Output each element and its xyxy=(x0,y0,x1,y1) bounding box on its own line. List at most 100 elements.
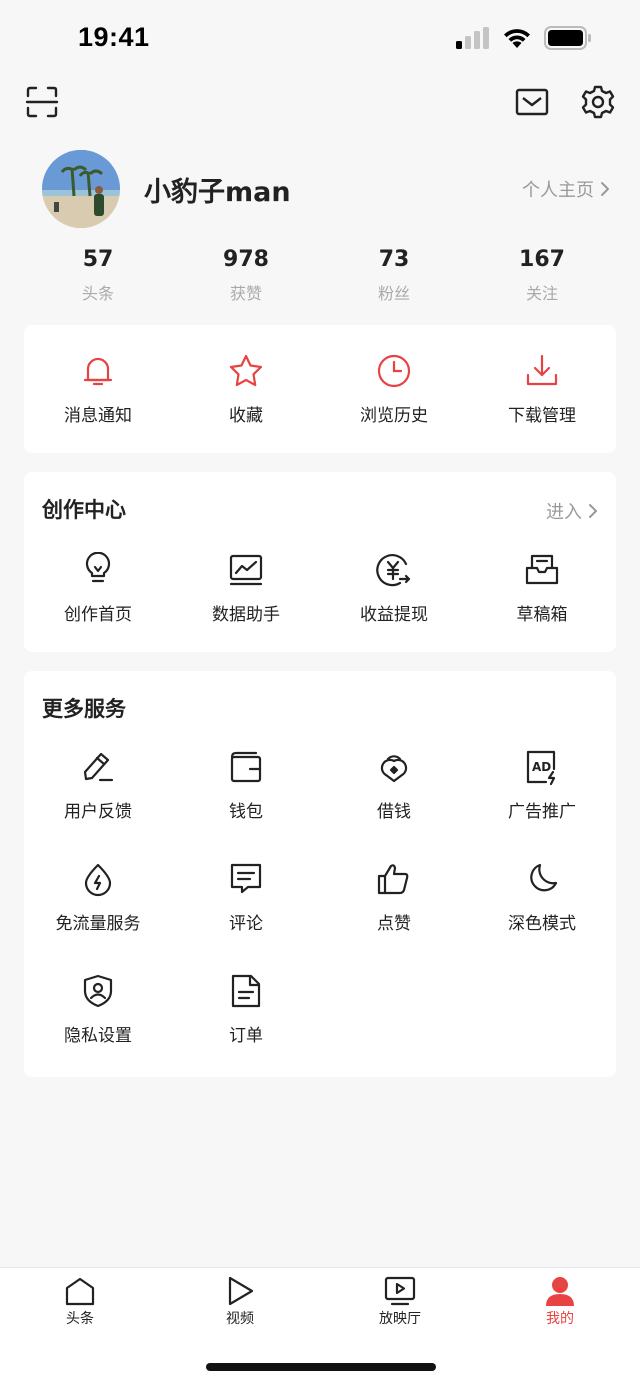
service-feedback[interactable]: 用户反馈 xyxy=(24,749,172,839)
stat-followers[interactable]: 73 粉丝 xyxy=(320,246,468,308)
avatar-photo xyxy=(42,150,120,228)
service-label: 借钱 xyxy=(377,802,411,822)
tab-cinema[interactable]: 放映厅 xyxy=(360,1276,440,1328)
home-icon xyxy=(65,1277,95,1306)
creation-home[interactable]: 创作首页 xyxy=(24,552,172,642)
creation-item-label: 数据助手 xyxy=(212,605,280,625)
service-orders[interactable]: 订单 xyxy=(172,973,320,1063)
scan-icon xyxy=(25,86,59,118)
service-privacy[interactable]: 隐私设置 xyxy=(24,973,172,1063)
service-label: 免流量服务 xyxy=(55,914,141,934)
creation-center-title: 创作中心 xyxy=(42,498,126,522)
top-bar xyxy=(0,80,640,124)
stats-row: 57 头条 978 获赞 73 粉丝 167 关注 xyxy=(24,246,616,308)
quick-action-downloads[interactable]: 下载管理 xyxy=(468,353,616,443)
drop-icon xyxy=(84,863,112,897)
username: 小豹子man xyxy=(144,177,291,208)
stat-following[interactable]: 167 关注 xyxy=(468,246,616,308)
creation-data-assistant[interactable]: 数据助手 xyxy=(172,552,320,642)
stat-likes[interactable]: 978 获赞 xyxy=(172,246,320,308)
bell-icon xyxy=(83,357,113,386)
homepage-link-label: 个人主页 xyxy=(522,180,594,201)
tab-label: 视频 xyxy=(226,1311,254,1327)
service-ads[interactable]: AD 广告推广 xyxy=(468,749,616,839)
service-label: 评论 xyxy=(229,914,263,934)
service-label: 用户反馈 xyxy=(64,802,132,822)
moon-icon xyxy=(530,863,558,892)
quick-action-label: 浏览历史 xyxy=(360,406,428,426)
service-label: 订单 xyxy=(229,1026,263,1046)
tab-label: 放映厅 xyxy=(379,1311,421,1327)
avatar[interactable] xyxy=(42,150,120,228)
drafts-icon xyxy=(525,554,559,585)
creation-center-card: 创作中心 进入 创作首页 数据助手 收益提现 草稿箱 xyxy=(24,472,616,652)
screen-icon xyxy=(384,1276,416,1306)
status-bar: 19:41 xyxy=(0,0,640,76)
tab-video[interactable]: 视频 xyxy=(200,1276,280,1328)
settings-button[interactable] xyxy=(578,82,618,122)
battery-icon xyxy=(544,26,591,50)
creation-item-label: 草稿箱 xyxy=(516,605,568,625)
stat-label: 粉丝 xyxy=(377,284,410,303)
quick-action-history[interactable]: 浏览历史 xyxy=(320,353,468,443)
svg-text:AD: AD xyxy=(532,760,551,774)
profile-header: 小豹子man 个人主页 xyxy=(0,148,640,232)
stat-label: 头条 xyxy=(81,284,114,303)
service-label: 钱包 xyxy=(229,802,263,822)
quick-action-label: 下载管理 xyxy=(508,406,576,426)
creation-earnings[interactable]: 收益提现 xyxy=(320,552,468,642)
chart-icon xyxy=(229,554,263,586)
stat-label: 关注 xyxy=(525,284,558,303)
user-icon xyxy=(546,1277,574,1306)
service-wallet[interactable]: 钱包 xyxy=(172,749,320,839)
tab-headlines[interactable]: 头条 xyxy=(40,1276,120,1328)
chevron-right-icon xyxy=(601,182,609,196)
service-data-free[interactable]: 免流量服务 xyxy=(24,861,172,951)
chevron-right-icon xyxy=(589,504,597,518)
homepage-link[interactable]: 个人主页 xyxy=(522,176,610,202)
stat-value: 73 xyxy=(378,247,410,272)
more-services-card: 更多服务 用户反馈 钱包 借钱 AD 广告推广 免流量服务 评论 点赞 深色模式… xyxy=(24,671,616,1077)
quick-actions-card: 消息通知 收藏 浏览历史 下载管理 xyxy=(24,325,616,453)
quick-action-label: 收藏 xyxy=(229,406,263,426)
wifi-icon xyxy=(504,29,530,48)
signal-icon xyxy=(456,27,489,49)
service-loan[interactable]: 借钱 xyxy=(320,749,468,839)
status-time: 19:41 xyxy=(78,22,150,52)
message-button[interactable] xyxy=(512,82,552,122)
home-indicator xyxy=(206,1363,436,1371)
service-label: 点赞 xyxy=(377,914,411,934)
lightbulb-icon xyxy=(85,552,111,583)
tab-label: 头条 xyxy=(66,1311,94,1327)
service-label: 深色模式 xyxy=(508,914,576,934)
tab-label: 我的 xyxy=(546,1311,574,1327)
service-comments[interactable]: 评论 xyxy=(172,861,320,951)
scan-button[interactable] xyxy=(22,82,62,122)
quick-action-favorites[interactable]: 收藏 xyxy=(172,353,320,443)
tab-me[interactable]: 我的 xyxy=(520,1276,600,1328)
quick-action-notifications[interactable]: 消息通知 xyxy=(24,353,172,443)
star-icon xyxy=(229,354,263,387)
status-icons xyxy=(456,26,592,50)
clock-icon xyxy=(377,354,411,388)
wallet-icon xyxy=(230,751,262,783)
pen-icon xyxy=(83,752,114,782)
stat-label: 获赞 xyxy=(229,284,262,303)
comment-icon xyxy=(230,863,262,894)
creation-item-label: 创作首页 xyxy=(64,605,132,625)
stat-value: 167 xyxy=(519,247,565,272)
mail-icon xyxy=(515,88,549,116)
yuan-icon xyxy=(376,554,411,587)
loan-icon xyxy=(380,755,408,783)
thumbs-up-icon xyxy=(377,864,409,895)
creation-center-enter[interactable]: 进入 xyxy=(546,498,598,524)
service-likes[interactable]: 点赞 xyxy=(320,861,468,951)
stat-value: 978 xyxy=(223,247,269,272)
creation-drafts[interactable]: 草稿箱 xyxy=(468,552,616,642)
more-services-title: 更多服务 xyxy=(42,697,126,721)
stat-value: 57 xyxy=(82,247,114,272)
service-dark-mode[interactable]: 深色模式 xyxy=(468,861,616,951)
download-icon xyxy=(526,354,558,386)
stat-posts[interactable]: 57 头条 xyxy=(24,246,172,308)
gear-icon xyxy=(581,85,615,119)
